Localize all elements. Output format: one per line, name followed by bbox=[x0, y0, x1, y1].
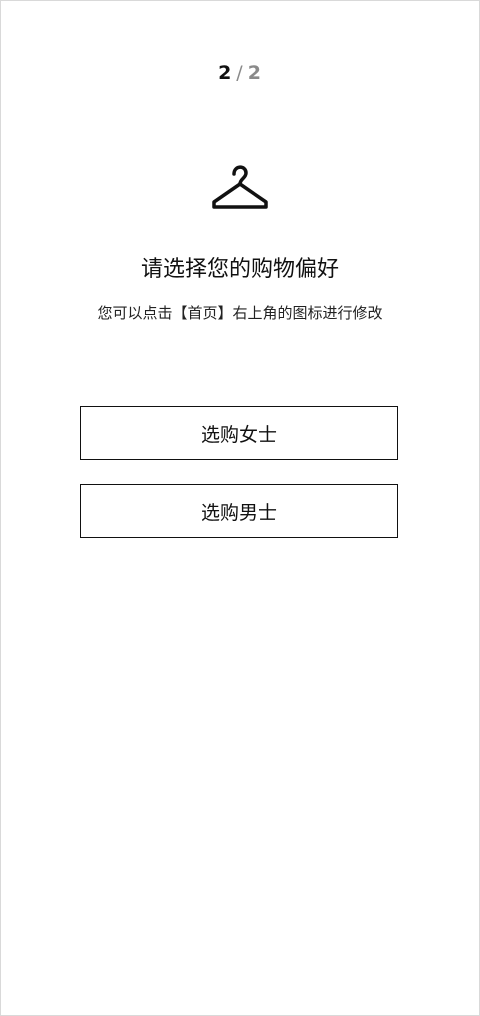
page-indicator: 2/2 bbox=[0, 62, 480, 84]
current-page: 2 bbox=[218, 62, 233, 84]
page-title: 请选择您的购物偏好 bbox=[140, 257, 339, 282]
shop-men-label: 选购男士 bbox=[200, 501, 277, 524]
shop-men-button[interactable]: 选购男士 bbox=[80, 484, 398, 538]
page-subtitle: 您可以点击【首页】右上角的图标进行修改 bbox=[97, 304, 383, 322]
shop-women-button[interactable]: 选购女士 bbox=[80, 406, 398, 460]
page-separator: / bbox=[236, 62, 244, 84]
hanger-icon bbox=[208, 162, 272, 212]
total-pages: 2 bbox=[247, 62, 262, 84]
shop-women-label: 选购女士 bbox=[200, 423, 277, 446]
